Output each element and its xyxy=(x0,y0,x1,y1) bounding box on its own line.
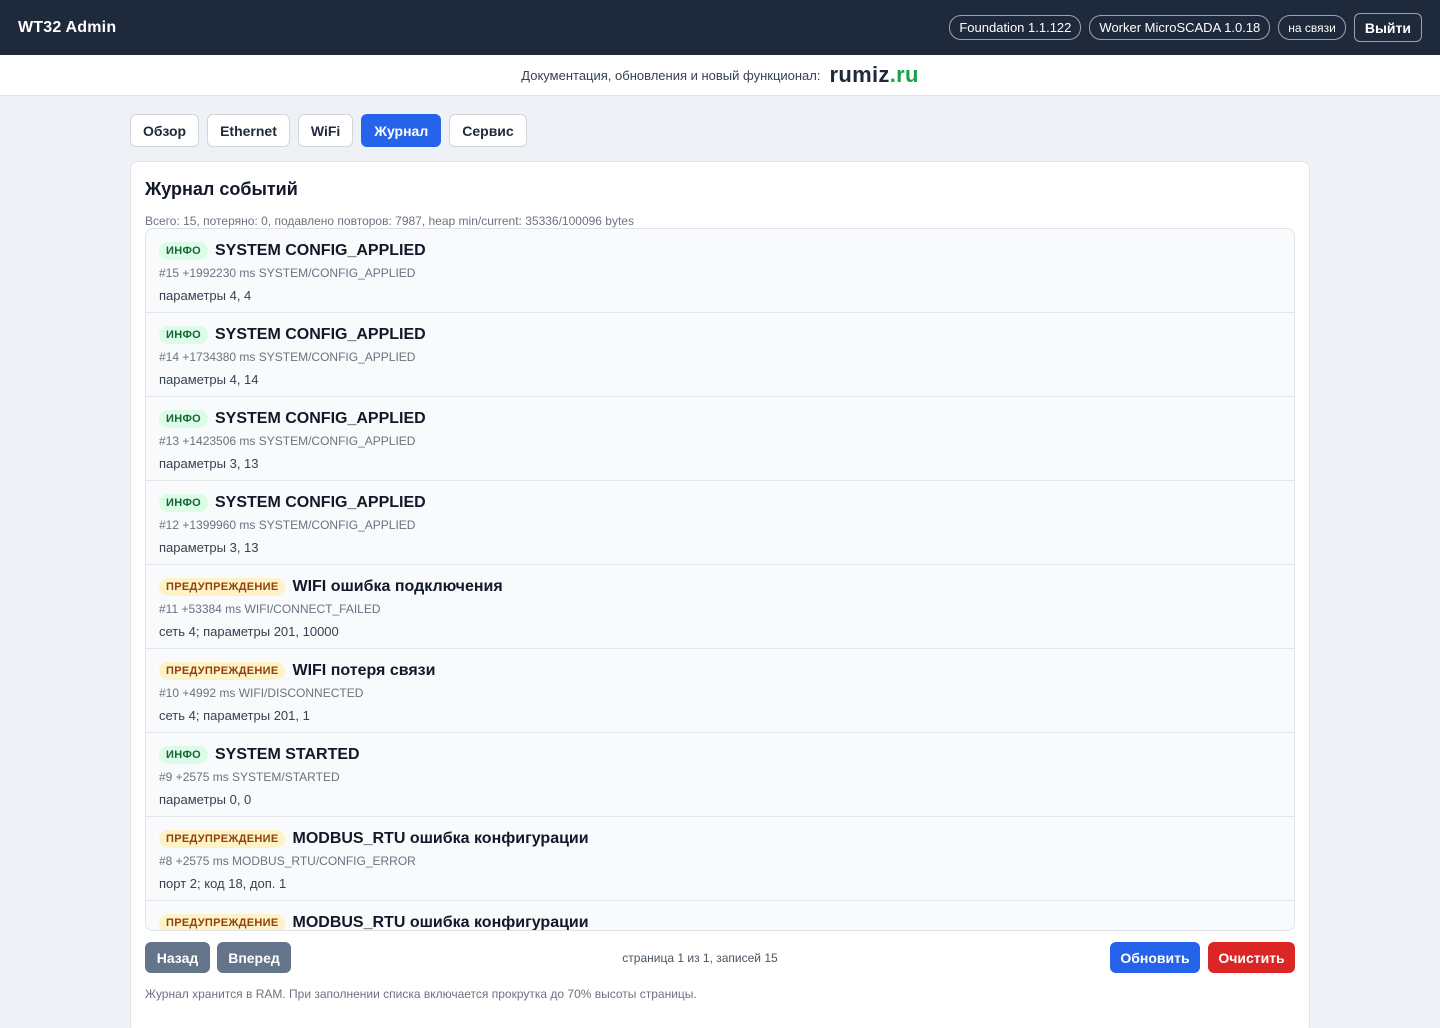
entry-title: MODBUS_RTU ошибка конфигурации xyxy=(292,830,589,847)
documentation-text: Документация, обновления и новый функцио… xyxy=(521,67,821,83)
logo-part-domain: .ru xyxy=(889,62,919,87)
entry-params: параметры 0, 0 xyxy=(159,792,252,807)
entry-meta: #9 +2575 ms SYSTEM/STARTED xyxy=(159,770,340,784)
entry-meta: #8 +2575 ms MODBUS_RTU/CONFIG_ERROR xyxy=(159,854,416,868)
journal-footnote: Журнал хранится в RAM. При заполнении сп… xyxy=(145,987,697,1001)
level-badge: ИНФО xyxy=(159,410,208,428)
level-badge: ИНФО xyxy=(159,242,208,260)
log-entry: ИНФО SYSTEM STARTED #9 +2575 ms SYSTEM/ST… xyxy=(146,733,1294,817)
level-badge: ИНФО xyxy=(159,326,208,344)
connection-status-badge: на связи xyxy=(1278,15,1346,40)
journal-stats: Всего: 15, потеряно: 0, подавлено повтор… xyxy=(145,214,634,228)
worker-version-badge: Worker MicroSCADA 1.0.18 xyxy=(1089,15,1271,40)
tab-journal[interactable]: Журнал xyxy=(361,114,442,147)
log-entry: ПРЕДУПРЕЖДЕНИЕ MODBUS_RTU ошибка конфигур… xyxy=(146,901,1294,931)
tab-wifi[interactable]: WiFi xyxy=(297,114,354,147)
refresh-button[interactable]: Обновить xyxy=(1110,942,1200,973)
log-entry: ПРЕДУПРЕЖДЕНИЕ WIFI потеря связи #10 +499… xyxy=(146,649,1294,733)
entry-params: параметры 4, 14 xyxy=(159,372,259,387)
entry-meta: #11 +53384 ms WIFI/CONNECT_FAILED xyxy=(159,602,381,616)
entry-meta: #13 +1423506 ms SYSTEM/CONFIG_APPLIED xyxy=(159,434,416,448)
level-badge: ИНФО xyxy=(159,746,208,764)
log-entry: ИНФО SYSTEM CONFIG_APPLIED #13 +1423506 m… xyxy=(146,397,1294,481)
log-entry: ИНФО SYSTEM CONFIG_APPLIED #12 +1399960 m… xyxy=(146,481,1294,565)
page-title: Журнал событий xyxy=(145,179,298,199)
entry-params: параметры 4, 4 xyxy=(159,288,252,303)
entry-params: сеть 4; параметры 201, 10000 xyxy=(159,624,339,639)
log-entry: ИНФО SYSTEM CONFIG_APPLIED #15 +1992230 m… xyxy=(146,229,1294,313)
entry-params: сеть 4; параметры 201, 1 xyxy=(159,708,310,723)
main-tabs: Обзор Ethernet WiFi Журнал Сервис xyxy=(130,114,527,147)
entry-title: SYSTEM CONFIG_APPLIED xyxy=(215,410,426,427)
entry-meta: #10 +4992 ms WIFI/DISCONNECTED xyxy=(159,686,364,700)
entry-title: SYSTEM CONFIG_APPLIED xyxy=(215,494,426,511)
journal-card: Журнал событий Всего: 15, потеряно: 0, п… xyxy=(130,161,1310,1028)
entry-title: WIFI потеря связи xyxy=(292,662,436,679)
entry-meta: #14 +1734380 ms SYSTEM/CONFIG_APPLIED xyxy=(159,350,416,364)
level-badge: ПРЕДУПРЕЖДЕНИЕ xyxy=(159,914,286,930)
entry-meta: #12 +1399960 ms SYSTEM/CONFIG_APPLIED xyxy=(159,518,416,532)
level-badge: ПРЕДУПРЕЖДЕНИЕ xyxy=(159,830,286,848)
logo-part-name: rumiz xyxy=(829,62,890,87)
level-badge: ИНФО xyxy=(159,494,208,512)
entry-title: SYSTEM STARTED xyxy=(215,746,360,763)
event-log-list[interactable]: ИНФО SYSTEM CONFIG_APPLIED #15 +1992230 m… xyxy=(145,228,1295,931)
entry-title: WIFI ошибка подключения xyxy=(292,578,503,595)
header-status-group: Foundation 1.1.122 Worker MicroSCADA 1.0… xyxy=(949,13,1422,42)
entry-title: MODBUS_RTU ошибка конфигурации xyxy=(292,914,589,931)
entry-params: параметры 3, 13 xyxy=(159,540,259,555)
top-bar: WT32 Admin Foundation 1.1.122 Worker Mic… xyxy=(0,0,1440,55)
entry-title: SYSTEM CONFIG_APPLIED xyxy=(215,242,426,259)
rumiz-logo-link[interactable]: rumiz.ru xyxy=(830,62,919,88)
level-badge: ПРЕДУПРЕЖДЕНИЕ xyxy=(159,662,286,680)
app-title: WT32 Admin xyxy=(18,18,117,36)
pagination-info: страница 1 из 1, записей 15 xyxy=(622,951,778,965)
documentation-banner: Документация, обновления и новый функцио… xyxy=(0,55,1440,96)
entry-meta: #15 +1992230 ms SYSTEM/CONFIG_APPLIED xyxy=(159,266,416,280)
tab-service[interactable]: Сервис xyxy=(449,114,527,147)
entry-params: порт 2; код 18, доп. 1 xyxy=(159,876,287,891)
tab-ethernet[interactable]: Ethernet xyxy=(207,114,290,147)
foundation-version-badge: Foundation 1.1.122 xyxy=(949,15,1082,40)
log-entry: ПРЕДУПРЕЖДЕНИЕ MODBUS_RTU ошибка конфигур… xyxy=(146,817,1294,901)
logout-button[interactable]: Выйти xyxy=(1353,13,1422,42)
entry-title: SYSTEM CONFIG_APPLIED xyxy=(215,326,426,343)
log-entry: ИНФО SYSTEM CONFIG_APPLIED #14 +1734380 m… xyxy=(146,313,1294,397)
log-entry: ПРЕДУПРЕЖДЕНИЕ WIFI ошибка подключения #1… xyxy=(146,565,1294,649)
clear-button[interactable]: Очистить xyxy=(1208,942,1295,973)
tab-overview[interactable]: Обзор xyxy=(130,114,200,147)
level-badge: ПРЕДУПРЕЖДЕНИЕ xyxy=(159,578,286,596)
entry-params: параметры 3, 13 xyxy=(159,456,259,471)
